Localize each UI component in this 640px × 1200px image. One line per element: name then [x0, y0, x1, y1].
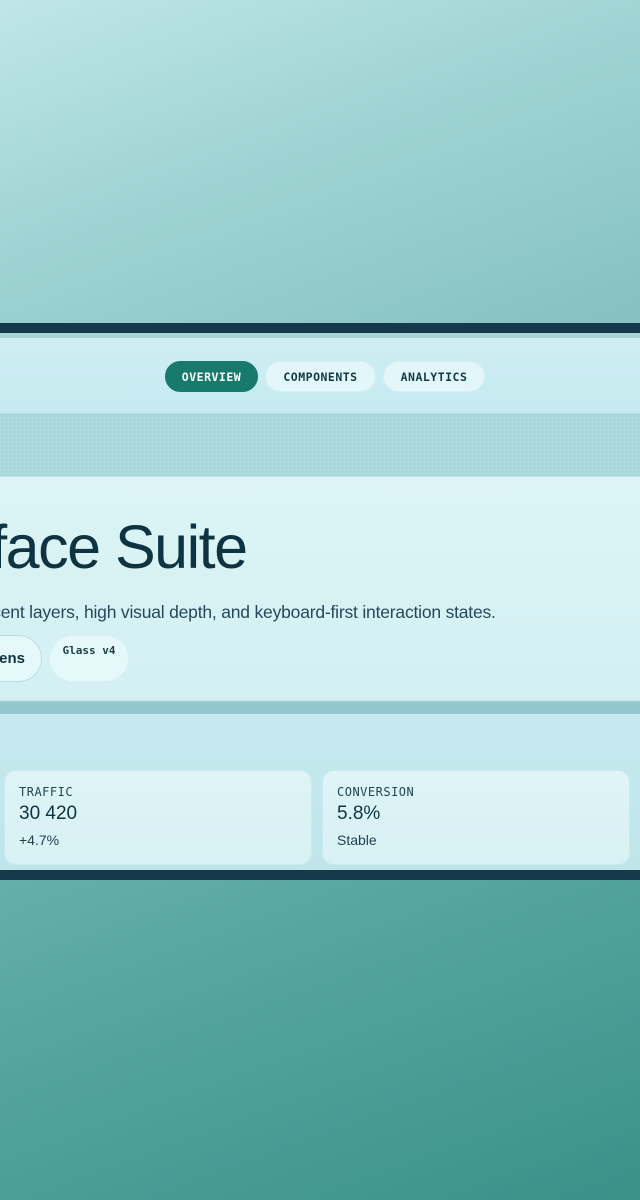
decorative-texture-band [0, 415, 640, 475]
top-nav: OVERVIEW COMPONENTS ANALYTICS [0, 338, 640, 414]
stat-change: Stable [337, 832, 377, 848]
stat-card-conversion: CONVERSION 5.8% Stable [322, 770, 630, 865]
app-window: OVERVIEW COMPONENTS ANALYTICS erface Sui… [0, 333, 640, 870]
stat-card-traffic: TRAFFIC 30 420 +4.7% [4, 770, 312, 865]
page-subtitle: lucent layers, high visual depth, and ke… [0, 602, 496, 622]
version-badge[interactable]: Glass v4 [49, 635, 129, 682]
tab-analytics[interactable]: ANALYTICS [383, 361, 485, 392]
tab-components[interactable]: COMPONENTS [265, 361, 376, 392]
tab-overview[interactable]: OVERVIEW [165, 361, 258, 392]
page-title: erface Suite [0, 513, 248, 581]
stat-label: CONVERSION [337, 785, 415, 799]
stats-section: TRAFFIC 30 420 +4.7% CONVERSION 5.8% Sta… [0, 714, 640, 870]
stat-label: TRAFFIC [19, 785, 74, 799]
stat-value: 5.8% [337, 803, 381, 824]
tokens-chip-label: ens [0, 650, 25, 667]
hero-card: erface Suite lucent layers, high visual … [0, 476, 640, 701]
stat-value: 30 420 [19, 803, 78, 824]
app-window-frame: OVERVIEW COMPONENTS ANALYTICS erface Sui… [0, 323, 640, 880]
tokens-chip[interactable]: ens [0, 635, 42, 682]
stat-change: +4.7% [19, 832, 60, 848]
version-badge-label: Glass v4 [62, 644, 116, 657]
section-divider [0, 702, 640, 714]
